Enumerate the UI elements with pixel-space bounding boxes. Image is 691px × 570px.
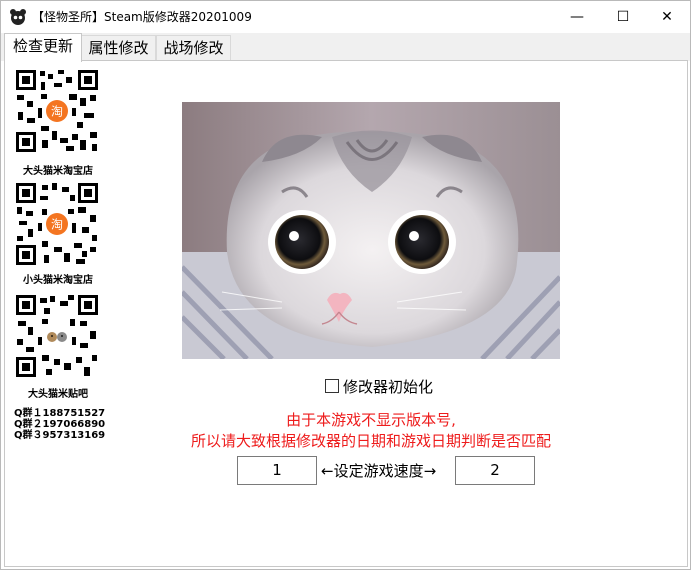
app-icon bbox=[10, 9, 26, 25]
close-button[interactable]: ✕ bbox=[644, 1, 690, 32]
init-checkbox[interactable] bbox=[325, 379, 339, 393]
app-window: 【怪物圣所】Steam版修改器20201009 — ☐ ✕ 检查更新 属性修改 … bbox=[0, 0, 691, 570]
shop-label-small-head: 小头猫米淘宝店 bbox=[23, 275, 93, 286]
tab-bar: 检查更新 属性修改 战场修改 bbox=[1, 33, 690, 62]
tab-panel: 淘 大头猫米淘宝店 淘 小头猫米淘宝店 大头猫米贴吧 Q群１188751527 … bbox=[4, 60, 688, 567]
speed-label: ←设定游戏速度→ bbox=[321, 462, 437, 480]
svg-text:淘: 淘 bbox=[51, 105, 63, 119]
qr-code-icon[interactable]: 淘 bbox=[14, 68, 100, 154]
sidebar: 淘 大头猫米淘宝店 淘 小头猫米淘宝店 大头猫米贴吧 Q群１188751527 … bbox=[8, 61, 108, 566]
speed-input-right[interactable]: 2 bbox=[455, 456, 535, 485]
version-notice-line2: 所以请大致根据修改器的日期和游戏日期判断是否匹配 bbox=[190, 432, 551, 450]
tab-check-update[interactable]: 检查更新 bbox=[4, 33, 82, 62]
maximize-button[interactable]: ☐ bbox=[600, 1, 646, 32]
minimize-icon: — bbox=[570, 8, 584, 25]
version-notice-line1: 由于本游戏不显示版本号, bbox=[286, 411, 456, 429]
tab-attribute-edit[interactable]: 属性修改 bbox=[81, 35, 156, 61]
close-icon: ✕ bbox=[661, 8, 673, 25]
svg-text:淘: 淘 bbox=[51, 218, 63, 232]
window-title: 【怪物圣所】Steam版修改器20201009 bbox=[32, 10, 252, 24]
shop-label-big-head: 大头猫米淘宝店 bbox=[23, 166, 93, 177]
qr-code-icon[interactable]: 淘 bbox=[14, 181, 100, 267]
tieba-label: 大头猫米贴吧 bbox=[28, 389, 88, 400]
maximize-icon: ☐ bbox=[616, 8, 630, 25]
cat-photo bbox=[182, 102, 560, 359]
init-checkbox-row[interactable]: 修改器初始化 bbox=[325, 376, 433, 396]
init-checkbox-label: 修改器初始化 bbox=[343, 377, 434, 396]
qq-group-3: Q群３957313169 bbox=[14, 430, 106, 441]
title-bar: 【怪物圣所】Steam版修改器20201009 — ☐ ✕ bbox=[1, 1, 690, 32]
qr-code-icon[interactable] bbox=[14, 293, 100, 379]
minimize-button[interactable]: — bbox=[554, 1, 600, 32]
tab-battle-edit[interactable]: 战场修改 bbox=[156, 35, 231, 61]
speed-input-left[interactable]: 1 bbox=[237, 456, 317, 485]
